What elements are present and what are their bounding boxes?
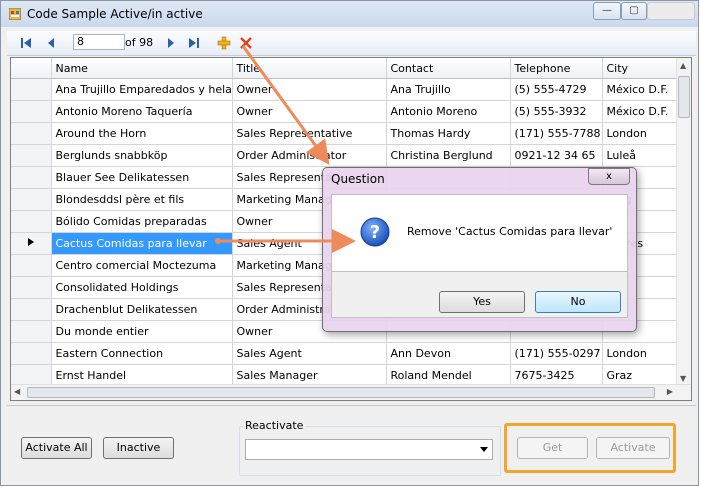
- minimize-button[interactable]: —: [593, 2, 621, 20]
- table-row[interactable]: Around the Horn Sales Representative Thoma…: [11, 122, 679, 145]
- row-header[interactable]: [11, 166, 52, 189]
- dialog-close-button[interactable]: x: [588, 168, 630, 185]
- cell-contact[interactable]: Christina Berglund: [386, 144, 511, 167]
- cell-name[interactable]: Antonio Moreno Taquería: [51, 100, 233, 123]
- cell-name[interactable]: Ana Trujillo Emparedados y helados: [51, 78, 233, 101]
- first-record-icon[interactable]: [19, 34, 33, 52]
- scroll-down-icon[interactable]: ▼: [680, 374, 686, 383]
- get-activate-highlight-box: [504, 423, 676, 473]
- row-header[interactable]: [11, 298, 52, 321]
- cell-city[interactable]: London: [602, 342, 679, 365]
- column-header-title[interactable]: Title: [232, 58, 387, 79]
- question-icon: ?: [360, 217, 390, 247]
- row-header[interactable]: [11, 232, 52, 255]
- question-dialog: Question x ? Remove 'Cactus Comidas para…: [322, 167, 637, 332]
- binding-navigator: 8 of 98: [7, 31, 696, 56]
- cell-city[interactable]: London: [602, 122, 679, 145]
- cell-name[interactable]: Bólido Comidas preparadas: [51, 210, 233, 233]
- cell-telephone[interactable]: (5) 555-3932: [510, 100, 603, 123]
- row-header[interactable]: [11, 188, 52, 211]
- table-row[interactable]: Eastern Connection Sales Agent Ann Devon (1…: [11, 342, 679, 365]
- cell-title[interactable]: Sales Agent: [232, 342, 387, 365]
- reactivate-label: Reactivate: [243, 419, 306, 432]
- cell-title[interactable]: Owner: [232, 100, 387, 123]
- table-row[interactable]: Ana Trujillo Emparedados y helados Owner A…: [11, 78, 679, 101]
- maximize-button[interactable]: ▢: [621, 2, 647, 20]
- cell-telephone[interactable]: (171) 555-0297: [510, 342, 603, 365]
- svg-text:?: ?: [370, 222, 380, 243]
- cell-city[interactable]: México D.F.: [602, 78, 679, 101]
- cell-telephone[interactable]: (5) 555-4729: [510, 78, 603, 101]
- grid-header-row: Name Title Contact Telephone City: [11, 58, 679, 79]
- cell-name[interactable]: Eastern Connection: [51, 342, 233, 365]
- row-header[interactable]: [11, 254, 52, 277]
- last-record-icon[interactable]: [187, 34, 201, 52]
- cell-contact[interactable]: Antonio Moreno: [386, 100, 511, 123]
- cell-telephone[interactable]: 0921-12 34 65: [510, 144, 603, 167]
- scroll-right-icon[interactable]: ▶: [667, 387, 673, 396]
- add-new-icon[interactable]: [217, 34, 231, 52]
- cell-name[interactable]: Blondesddsl père et fils: [51, 188, 233, 211]
- title-bar: Code Sample Active/in active — ▢: [1, 1, 698, 27]
- vertical-scrollbar[interactable]: ▲ ▼: [676, 58, 691, 385]
- cell-telephone[interactable]: (171) 555-7788: [510, 122, 603, 145]
- close-button[interactable]: [647, 2, 695, 20]
- dialog-message: Remove 'Cactus Comidas para llevar': [407, 225, 613, 238]
- cell-name[interactable]: Drachenblut Delikatessen: [51, 298, 233, 321]
- horizontal-scrollbar[interactable]: ◀ ▶: [11, 384, 691, 400]
- dialog-title: Question: [331, 172, 385, 186]
- cell-title[interactable]: Owner: [232, 78, 387, 101]
- dialog-footer: Yes No: [331, 272, 628, 318]
- cell-name[interactable]: Blauer See Delikatessen: [51, 166, 233, 189]
- cell-contact[interactable]: Ana Trujillo: [386, 78, 511, 101]
- current-row-icon: [27, 238, 34, 246]
- cell-name[interactable]: Berglunds snabbköp: [51, 144, 233, 167]
- inactive-button[interactable]: Inactive: [103, 437, 174, 459]
- window-title: Code Sample Active/in active: [27, 7, 203, 21]
- cell-name[interactable]: Around the Horn: [51, 122, 233, 145]
- row-header[interactable]: [11, 100, 52, 123]
- dialog-body: ? Remove 'Cactus Comidas para llevar': [331, 194, 628, 272]
- column-header-name[interactable]: Name: [51, 58, 233, 79]
- row-header[interactable]: [11, 320, 52, 343]
- column-header-city[interactable]: City: [602, 58, 679, 79]
- row-header-corner: [11, 58, 52, 79]
- cell-name[interactable]: Consolidated Holdings: [51, 276, 233, 299]
- app-icon: [9, 8, 21, 20]
- combo-dropdown-arrow-icon[interactable]: [480, 447, 488, 452]
- row-header[interactable]: [11, 122, 52, 145]
- column-header-contact[interactable]: Contact: [386, 58, 511, 79]
- cell-title[interactable]: Order Administrator: [232, 144, 387, 167]
- column-header-telephone[interactable]: Telephone: [510, 58, 603, 79]
- vertical-scroll-thumb[interactable]: [678, 76, 690, 118]
- activate-all-button[interactable]: Activate All: [21, 437, 92, 459]
- row-header[interactable]: [11, 342, 52, 365]
- row-header[interactable]: [11, 210, 52, 233]
- horizontal-scroll-thumb[interactable]: [27, 387, 655, 398]
- table-row[interactable]: Antonio Moreno Taquería Owner Antonio More…: [11, 100, 679, 123]
- previous-record-icon[interactable]: [45, 34, 57, 52]
- cell-name[interactable]: Du monde entier: [51, 320, 233, 343]
- cell-contact[interactable]: Ann Devon: [386, 342, 511, 365]
- row-header[interactable]: [11, 144, 52, 167]
- position-input[interactable]: 8: [73, 34, 125, 50]
- row-header[interactable]: [11, 276, 52, 299]
- cell-city[interactable]: México D.F.: [602, 100, 679, 123]
- cell-name[interactable]: Centro comercial Moctezuma: [51, 254, 233, 277]
- scroll-up-icon[interactable]: ▲: [680, 61, 686, 70]
- cell-contact[interactable]: Thomas Hardy: [386, 122, 511, 145]
- reactivate-combobox[interactable]: [245, 439, 493, 460]
- scroll-left-icon[interactable]: ◀: [14, 387, 20, 396]
- record-count-label: of 98: [125, 36, 154, 49]
- delete-icon[interactable]: [239, 34, 253, 52]
- cell-title[interactable]: Sales Representative: [232, 122, 387, 145]
- cell-name[interactable]: Cactus Comidas para llevar: [51, 232, 233, 255]
- row-header[interactable]: [11, 78, 52, 101]
- next-record-icon[interactable]: [165, 34, 177, 52]
- cell-city[interactable]: Luleå: [602, 144, 679, 167]
- no-button[interactable]: No: [535, 291, 621, 313]
- table-row[interactable]: Berglunds snabbköp Order Administrator Chr…: [11, 144, 679, 167]
- yes-button[interactable]: Yes: [439, 291, 525, 313]
